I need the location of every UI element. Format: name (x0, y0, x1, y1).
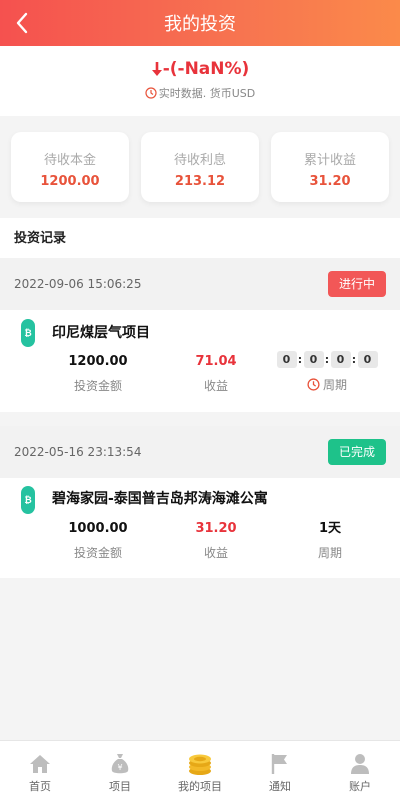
section-title: 投资记录 (0, 218, 400, 258)
amount-label: 投资金额 (73, 379, 122, 393)
chevron-left-icon (16, 12, 28, 34)
tab-label: 通知 (269, 780, 291, 793)
countdown-timer: 0 : 0 : 0 : 0 (272, 350, 382, 368)
amount-column: 1000.00 投资金额 (43, 520, 153, 561)
record-header: 2022-09-06 15:06:25 进行中 (0, 258, 400, 310)
profit-column: 31.20 收益 (161, 520, 271, 561)
record-card[interactable]: ₿ 印尼煤层气项目 1200.00 投资金额 71.04 收益 0 : 0 : … (0, 310, 400, 412)
record-header: 2022-05-16 23:13:54 已完成 (0, 426, 400, 478)
stat-card-pending-principal: 待收本金 1200.00 (11, 132, 129, 202)
clock-icon (145, 87, 157, 99)
coin-icon: ₿ (21, 486, 35, 514)
change-value: -(-NaN%) (162, 59, 250, 79)
user-icon (320, 752, 400, 776)
project-name: 印尼煤层气项目 (52, 325, 150, 341)
stat-value: 31.20 (309, 174, 351, 189)
timer-box: 0 (303, 350, 324, 368)
stat-label: 累计收益 (303, 153, 356, 168)
tab-label: 账户 (349, 780, 371, 793)
amount-value: 1000.00 (68, 521, 128, 536)
timer-separator: : (324, 352, 330, 366)
stat-value: 213.12 (174, 174, 226, 189)
tab-notifications[interactable]: 通知 (240, 741, 320, 799)
period-label-row: 周期 (272, 376, 382, 393)
down-arrow-icon (151, 62, 162, 76)
home-icon (0, 752, 80, 776)
period-label: 周期 (322, 378, 347, 392)
period-column: 0 : 0 : 0 : 0 周期 (272, 350, 382, 393)
amount-column: 1200.00 投资金额 (43, 353, 153, 394)
status-badge-completed[interactable]: 已完成 (327, 439, 386, 465)
profit-label: 收益 (203, 379, 228, 393)
tab-my-projects[interactable]: 我的项目 (160, 741, 240, 799)
profit-value: 31.20 (195, 521, 237, 536)
timer-box: 0 (357, 350, 378, 368)
timer-separator: : (351, 352, 357, 366)
timer-box: 0 (330, 350, 351, 368)
svg-text:¥: ¥ (117, 763, 122, 772)
record-date: 2022-09-06 15:06:25 (14, 277, 142, 291)
tab-label: 项目 (109, 780, 131, 793)
coin-stack-icon (160, 752, 240, 776)
bottom-tab-bar: 首页 ¥ 项目 我的项目 通知 账户 (0, 740, 400, 799)
profit-column: 71.04 收益 (161, 353, 271, 394)
header-bar: 我的投资 (0, 0, 400, 46)
timer-separator: : (297, 352, 303, 366)
stat-card-pending-interest: 待收利息 213.12 (141, 132, 259, 202)
period-label: 周期 (317, 546, 342, 560)
stat-label: 待收利息 (173, 153, 226, 168)
change-row: -(-NaN%) (0, 59, 400, 79)
stats-panel: 待收本金 1200.00 待收利息 213.12 累计收益 31.20 (0, 116, 400, 216)
clock-icon (307, 378, 320, 391)
period-value: 1天 (318, 521, 342, 536)
stat-card-total-earnings: 累计收益 31.20 (271, 132, 389, 202)
amount-value: 1200.00 (68, 354, 128, 369)
data-note: 实时数据. 货币USD (0, 85, 400, 101)
record-date: 2022-05-16 23:13:54 (14, 445, 142, 459)
tab-projects[interactable]: ¥ 项目 (80, 741, 160, 799)
tab-label: 首页 (29, 780, 51, 793)
back-button[interactable] (10, 9, 34, 37)
period-column: 1天 周期 (275, 520, 385, 561)
stat-value: 1200.00 (40, 174, 100, 189)
money-bag-icon: ¥ (80, 752, 160, 776)
profit-value: 71.04 (195, 354, 237, 369)
record-card[interactable]: ₿ 碧海家园-泰国普吉岛邦涛海滩公寓 1000.00 投资金额 31.20 收益… (0, 478, 400, 578)
flag-icon (240, 752, 320, 776)
stat-label: 待收本金 (43, 153, 96, 168)
page-title: 我的投资 (164, 14, 236, 35)
profit-label: 收益 (203, 546, 228, 560)
status-badge-running[interactable]: 进行中 (327, 271, 386, 297)
timer-box: 0 (276, 350, 297, 368)
coin-icon: ₿ (21, 319, 35, 347)
summary-panel: -(-NaN%) 实时数据. 货币USD (0, 46, 400, 116)
project-name: 碧海家园-泰国普吉岛邦涛海滩公寓 (52, 491, 268, 507)
tab-account[interactable]: 账户 (320, 741, 400, 799)
tab-label: 我的项目 (178, 780, 222, 793)
data-note-text: 实时数据. 货币USD (158, 87, 256, 100)
amount-label: 投资金额 (73, 546, 122, 560)
tab-home[interactable]: 首页 (0, 741, 80, 799)
